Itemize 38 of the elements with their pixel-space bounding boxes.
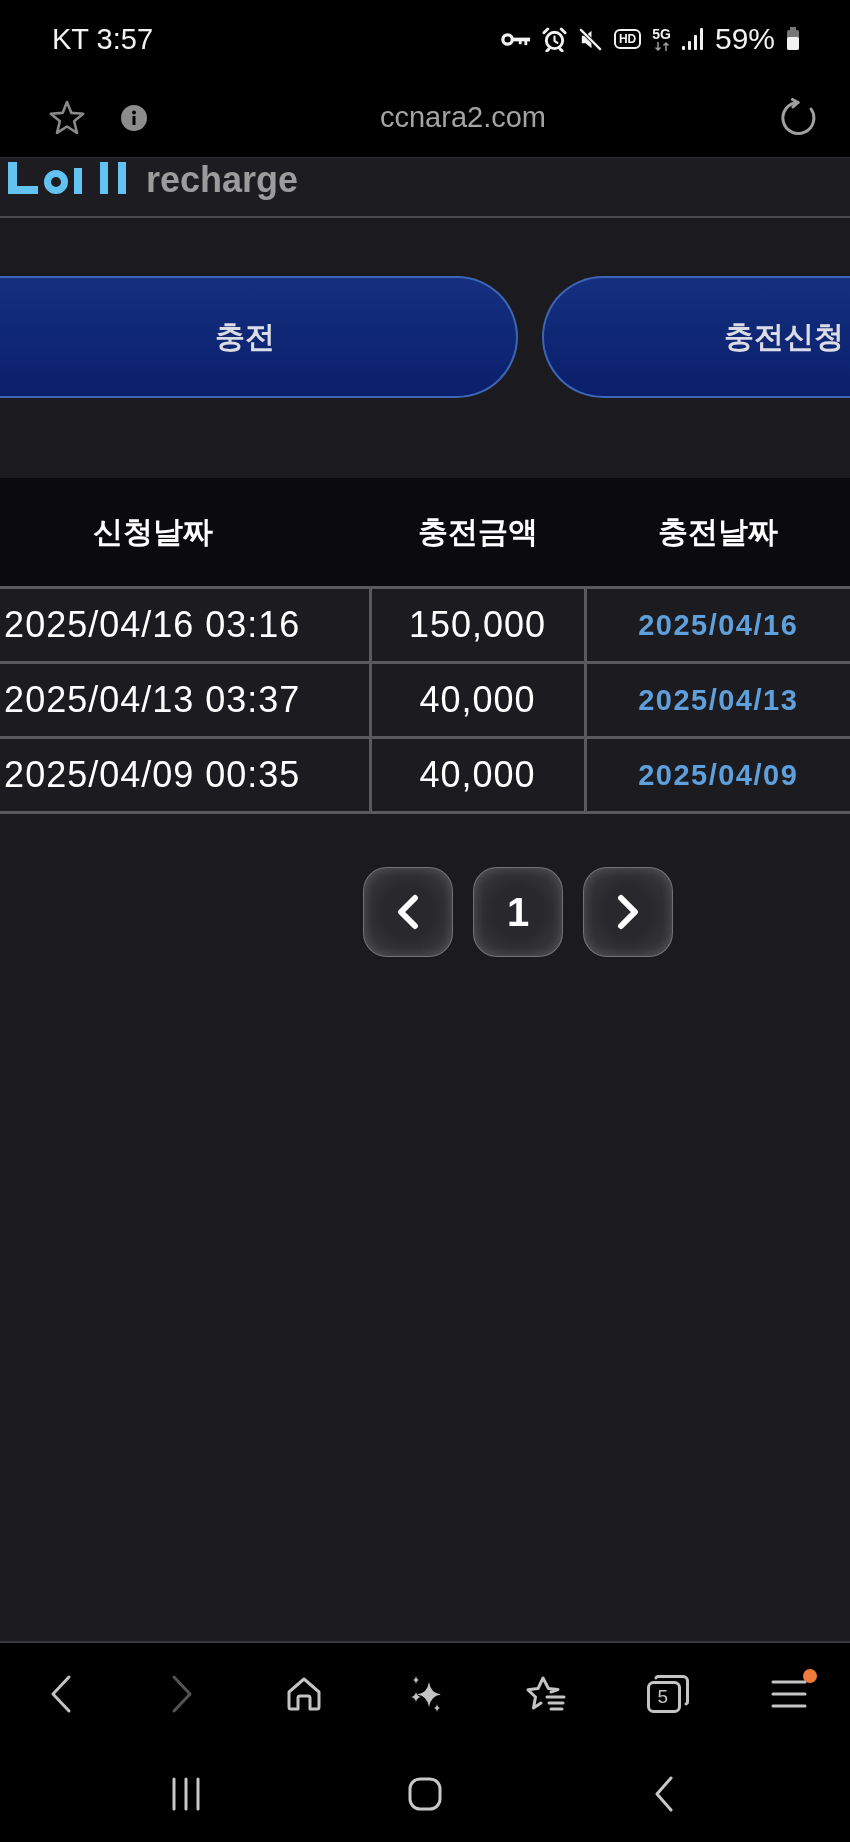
column-header: 충전금액 [370, 478, 585, 588]
table-cell: 2025/04/13 [585, 662, 850, 738]
table-cell: 40,000 [370, 737, 585, 813]
tabs-icon [646, 1675, 689, 1713]
chevron-left-icon [396, 894, 420, 930]
status-time: KT 3:57 [52, 22, 154, 56]
tabs-button[interactable]: 5 [646, 1675, 689, 1713]
logo-text: recharge [146, 160, 299, 200]
battery-icon [786, 27, 800, 51]
battery-percent: 59% [714, 22, 775, 56]
next-page-button[interactable] [583, 867, 673, 957]
page-button[interactable]: 1 [473, 867, 563, 957]
menu-icon[interactable] [771, 1679, 808, 1709]
url-text[interactable]: ccnara2.com [147, 101, 779, 134]
hd-voice-indicator: HD [613, 29, 642, 49]
charge-button[interactable]: 충전 [0, 276, 518, 398]
table-cell: 2025/04/09 [585, 737, 850, 813]
column-header: 충전날짜 [585, 478, 850, 588]
signal-icon [681, 28, 704, 50]
table-cell: 40,000 [370, 662, 585, 738]
alarm-icon [541, 26, 567, 52]
chevron-right-icon [616, 894, 640, 930]
star-icon[interactable] [47, 98, 87, 137]
info-icon[interactable] [121, 104, 147, 131]
column-header: 신청날짜 [0, 478, 370, 588]
network-type: 5G [652, 27, 671, 41]
table-cell: 2025/04/09 00:35 [0, 737, 370, 813]
table-cell: 150,000 [370, 587, 585, 663]
key-icon [500, 31, 531, 47]
mute-icon [577, 26, 603, 52]
nav-home-icon[interactable] [407, 1776, 442, 1811]
table-cell: 2025/04/13 03:37 [0, 662, 370, 738]
previous-page-button[interactable] [363, 867, 453, 957]
table-cell: 2025/04/16 03:16 [0, 587, 370, 663]
data-arrows-icon [653, 42, 670, 51]
charge-button[interactable]: 충전신청 [542, 276, 850, 398]
bookmarks-icon[interactable] [525, 1675, 568, 1713]
table-cell: 2025/04/16 [585, 587, 850, 663]
